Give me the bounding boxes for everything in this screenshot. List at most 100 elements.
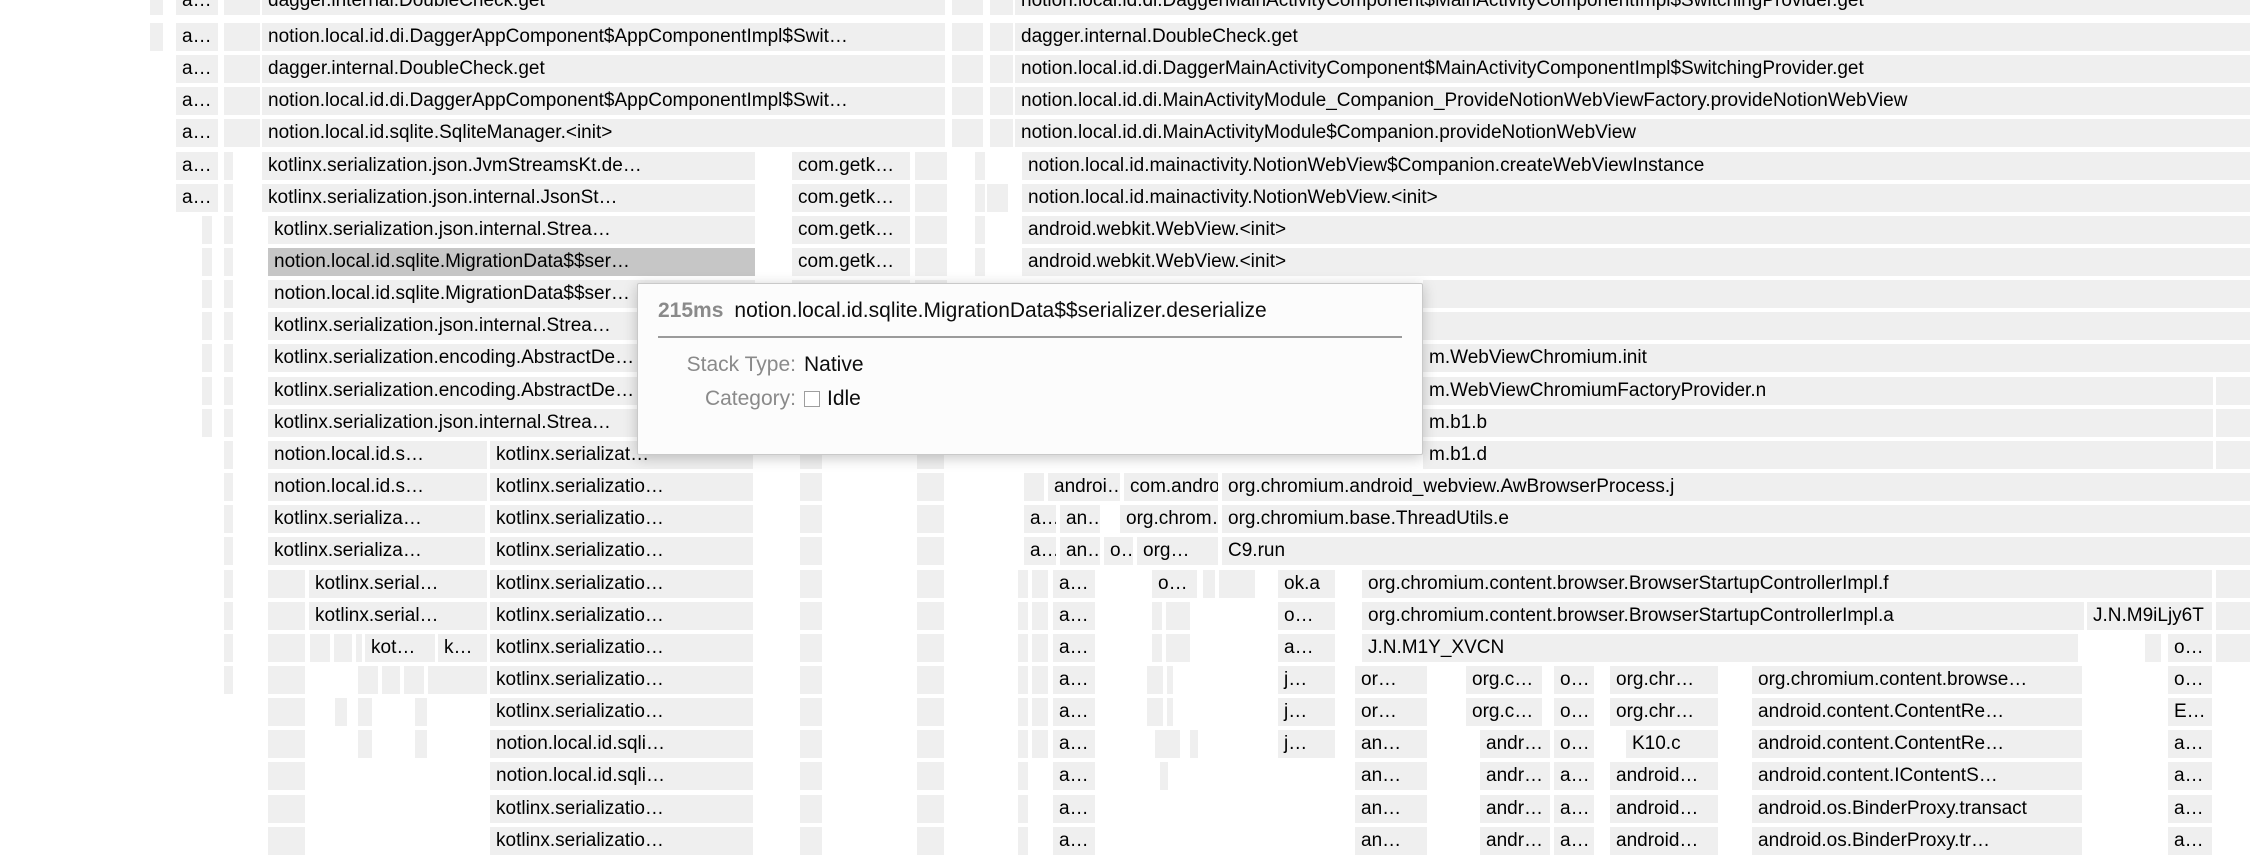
stack-frame[interactable]: kotlinx.serializatio… [490, 505, 753, 533]
stack-frame[interactable]: an… [1355, 730, 1427, 758]
stack-frame-fragment[interactable] [268, 795, 305, 823]
stack-frame[interactable]: o… [1104, 537, 1133, 565]
stack-frame-fragment[interactable] [1018, 762, 1028, 790]
stack-frame-fragment[interactable] [268, 730, 305, 758]
stack-frame-fragment[interactable] [224, 23, 260, 51]
stack-frame[interactable]: a… [1053, 634, 1095, 662]
stack-frame[interactable]: or… [1355, 666, 1427, 694]
stack-frame[interactable]: com.getk… [792, 248, 910, 276]
stack-frame[interactable]: org.c… [1466, 698, 1542, 726]
stack-frame-fragment[interactable] [1155, 730, 1180, 758]
stack-frame-fragment[interactable] [917, 827, 944, 855]
stack-frame[interactable]: com.andro… [1124, 473, 1218, 501]
stack-frame[interactable]: a… [1053, 795, 1095, 823]
stack-frame[interactable]: notion.local.id.sqlite.SqliteManager.<in… [262, 119, 945, 147]
stack-frame[interactable]: notion.local.id.di.DaggerMainActivityCom… [1015, 55, 2250, 83]
stack-frame[interactable]: ok.a [1278, 570, 1335, 598]
stack-frame-fragment[interactable] [224, 570, 233, 598]
stack-frame-fragment[interactable] [800, 537, 822, 565]
stack-frame-fragment[interactable] [2216, 602, 2250, 630]
stack-frame-fragment[interactable] [915, 184, 947, 212]
stack-frame-fragment[interactable] [224, 216, 233, 244]
stack-frame[interactable]: andr… [1480, 827, 1550, 855]
stack-frame[interactable]: dagger.internal.DoubleCheck.get [262, 0, 945, 15]
stack-frame[interactable]: o… [1554, 666, 1594, 694]
stack-frame[interactable]: org.chromium.content.browser.BrowserStar… [1362, 602, 2084, 630]
stack-frame-fragment[interactable] [990, 23, 1013, 51]
stack-frame-fragment[interactable] [224, 344, 233, 372]
stack-frame-fragment[interactable] [990, 55, 1013, 83]
stack-frame-fragment[interactable] [224, 473, 233, 501]
stack-frame[interactable]: a… [176, 184, 218, 212]
stack-frame[interactable]: kotlinx.serializatio… [490, 666, 753, 694]
stack-frame[interactable]: notion.local.id.di.DaggerMainActivityCom… [1015, 0, 2250, 15]
stack-frame[interactable]: a… [1053, 762, 1095, 790]
stack-frame[interactable]: notion.local.id.mainactivity.NotionWebVi… [1022, 152, 2250, 180]
stack-frame-fragment[interactable] [1423, 312, 2250, 340]
stack-frame[interactable]: kotlinx.serializa… [268, 537, 485, 565]
stack-frame-fragment[interactable] [224, 55, 260, 83]
stack-frame[interactable]: an… [1355, 762, 1427, 790]
stack-frame-fragment[interactable] [1203, 570, 1215, 598]
stack-frame[interactable]: notion.local.id.s… [268, 441, 487, 469]
stack-frame-fragment[interactable] [224, 119, 260, 147]
stack-frame[interactable]: notion.local.id.s… [268, 473, 487, 501]
stack-frame[interactable]: a… [176, 152, 218, 180]
stack-frame-fragment[interactable] [800, 827, 822, 855]
stack-frame-fragment[interactable] [1152, 602, 1162, 630]
stack-frame-fragment[interactable] [150, 0, 163, 15]
stack-frame[interactable]: j… [1278, 698, 1335, 726]
stack-frame[interactable]: a… [2168, 730, 2212, 758]
stack-frame-fragment[interactable] [975, 216, 985, 244]
stack-frame-fragment[interactable] [224, 248, 233, 276]
stack-frame-fragment[interactable] [800, 505, 822, 533]
stack-frame[interactable]: org.chromium.android_webview.AwBrowserPr… [1222, 473, 2250, 501]
stack-frame-fragment[interactable] [800, 666, 822, 694]
stack-frame[interactable]: a… [2168, 762, 2212, 790]
stack-frame-fragment[interactable] [202, 409, 212, 437]
stack-frame-fragment[interactable] [382, 666, 400, 694]
stack-frame-fragment[interactable] [202, 377, 212, 405]
stack-frame[interactable]: a… [2168, 795, 2212, 823]
stack-frame-fragment[interactable] [917, 505, 944, 533]
stack-frame-fragment[interactable] [990, 87, 1013, 115]
stack-frame[interactable]: an… [1060, 537, 1100, 565]
stack-frame[interactable]: a… [1554, 795, 1594, 823]
stack-frame[interactable]: o… [1278, 602, 1335, 630]
stack-frame-fragment[interactable] [224, 441, 233, 469]
stack-frame-fragment[interactable] [404, 666, 424, 694]
stack-frame-fragment[interactable] [335, 698, 347, 726]
stack-frame-fragment[interactable] [2145, 634, 2161, 662]
stack-frame-fragment[interactable] [1423, 280, 2250, 308]
stack-frame[interactable]: kotlinx.serializatio… [490, 602, 753, 630]
stack-frame-fragment[interactable] [310, 634, 330, 662]
stack-frame[interactable]: notion.local.id.sqli… [490, 762, 753, 790]
stack-frame[interactable]: K10.c [1626, 730, 1718, 758]
stack-frame[interactable]: j… [1278, 666, 1335, 694]
stack-frame-fragment[interactable] [1018, 634, 1028, 662]
stack-frame[interactable]: a… [1053, 827, 1095, 855]
stack-frame-fragment[interactable] [990, 0, 1013, 15]
stack-frame-fragment[interactable] [2216, 634, 2250, 662]
stack-frame[interactable]: kotlinx.serializatio… [490, 698, 753, 726]
stack-frame[interactable]: android.webkit.WebView.<init> [1022, 216, 2250, 244]
stack-frame-fragment[interactable] [1032, 602, 1048, 630]
stack-frame-fragment[interactable] [224, 87, 260, 115]
stack-frame-fragment[interactable] [917, 762, 944, 790]
stack-frame-fragment[interactable] [224, 152, 233, 180]
stack-frame-fragment[interactable] [224, 602, 233, 630]
stack-frame-fragment[interactable] [917, 795, 944, 823]
stack-frame[interactable]: or… [1355, 698, 1427, 726]
stack-frame[interactable]: an… [1355, 795, 1427, 823]
stack-frame[interactable]: notion.local.id.di.MainActivityModule$Co… [1015, 119, 2250, 147]
stack-frame-fragment[interactable] [268, 827, 305, 855]
stack-frame-fragment[interactable] [800, 473, 822, 501]
stack-frame-fragment[interactable] [1167, 698, 1173, 726]
stack-frame-fragment[interactable] [2216, 570, 2250, 598]
stack-frame[interactable]: kotlinx.serializatio… [490, 473, 753, 501]
stack-frame[interactable]: notion.local.id.mainactivity.NotionWebVi… [1022, 184, 2250, 212]
stack-frame-fragment[interactable] [202, 344, 212, 372]
stack-frame[interactable]: J.N.M1Y_XVCN [1362, 634, 2078, 662]
stack-frame-fragment[interactable] [952, 0, 983, 15]
stack-frame-fragment[interactable] [358, 666, 378, 694]
